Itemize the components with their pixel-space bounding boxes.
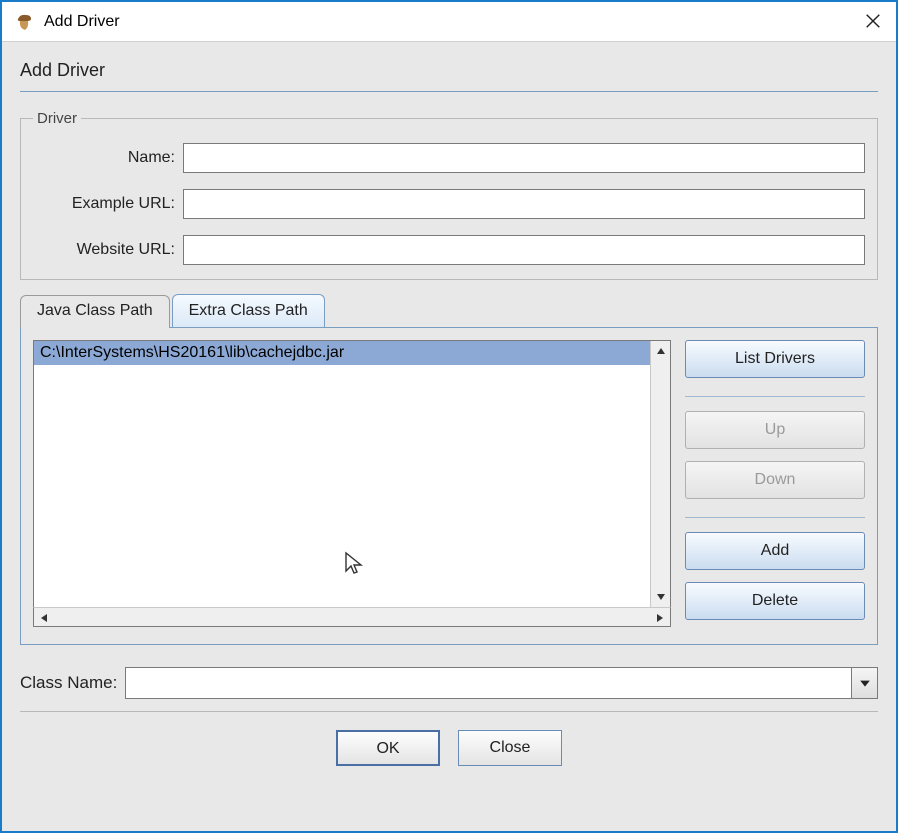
name-row: Name:	[33, 143, 865, 173]
class-name-row: Class Name:	[20, 667, 878, 699]
name-label: Name:	[33, 149, 183, 167]
scroll-down-icon[interactable]	[651, 587, 671, 607]
page-heading: Add Driver	[20, 56, 878, 91]
tab-extra-class-path[interactable]: Extra Class Path	[172, 294, 325, 327]
scroll-left-icon[interactable]	[34, 608, 54, 628]
dialog-buttons: OK Close	[20, 730, 878, 766]
down-button[interactable]: Down	[685, 461, 865, 499]
scroll-right-icon[interactable]	[650, 608, 670, 628]
ok-button[interactable]: OK	[336, 730, 440, 766]
classpath-tabs: Java Class Path Extra Class Path C:\Inte…	[20, 294, 878, 645]
acorn-icon	[14, 12, 34, 32]
driver-legend: Driver	[33, 110, 81, 127]
vertical-scrollbar[interactable]	[650, 341, 670, 607]
example-url-label: Example URL:	[33, 195, 183, 213]
website-url-row: Website URL:	[33, 235, 865, 265]
classpath-sidebar: List Drivers Up Down Add Delete	[685, 340, 865, 632]
dialog-content: Add Driver Driver Name: Example URL: Web…	[2, 42, 896, 776]
extra-class-path-panel: C:\InterSystems\HS20161\lib\cachejdbc.ja…	[20, 327, 878, 645]
classpath-listbox[interactable]: C:\InterSystems\HS20161\lib\cachejdbc.ja…	[34, 341, 650, 607]
sidebar-separator-2	[685, 517, 865, 518]
up-button[interactable]: Up	[685, 411, 865, 449]
sidebar-separator-1	[685, 396, 865, 397]
class-name-label: Class Name:	[20, 673, 117, 693]
close-icon[interactable]	[864, 12, 884, 32]
class-name-dropdown-button[interactable]	[851, 668, 877, 698]
name-input[interactable]	[183, 143, 865, 173]
hscroll-track[interactable]	[54, 608, 650, 626]
website-url-input[interactable]	[183, 235, 865, 265]
classpath-listbox-wrapper: C:\InterSystems\HS20161\lib\cachejdbc.ja…	[33, 340, 671, 608]
example-url-row: Example URL:	[33, 189, 865, 219]
window-title: Add Driver	[44, 13, 864, 31]
horizontal-scrollbar[interactable]	[33, 607, 671, 627]
website-url-label: Website URL:	[33, 241, 183, 259]
example-url-input[interactable]	[183, 189, 865, 219]
tab-strip: Java Class Path Extra Class Path	[20, 294, 878, 327]
close-button[interactable]: Close	[458, 730, 562, 766]
class-name-combo[interactable]	[125, 667, 878, 699]
scroll-up-icon[interactable]	[651, 341, 671, 361]
add-driver-window: Add Driver Add Driver Driver Name: Examp…	[0, 0, 898, 833]
heading-separator	[20, 91, 878, 92]
add-button[interactable]: Add	[685, 532, 865, 570]
delete-button[interactable]: Delete	[685, 582, 865, 620]
tab-java-class-path[interactable]: Java Class Path	[20, 295, 170, 328]
list-drivers-button[interactable]: List Drivers	[685, 340, 865, 378]
class-name-input[interactable]	[126, 668, 851, 698]
classpath-list-area: C:\InterSystems\HS20161\lib\cachejdbc.ja…	[33, 340, 671, 632]
cursor-icon	[344, 551, 366, 577]
chevron-down-icon	[859, 677, 871, 689]
bottom-separator	[20, 711, 878, 712]
driver-fieldset: Driver Name: Example URL: Website URL:	[20, 110, 878, 280]
list-item[interactable]: C:\InterSystems\HS20161\lib\cachejdbc.ja…	[34, 341, 650, 365]
titlebar: Add Driver	[2, 2, 896, 42]
